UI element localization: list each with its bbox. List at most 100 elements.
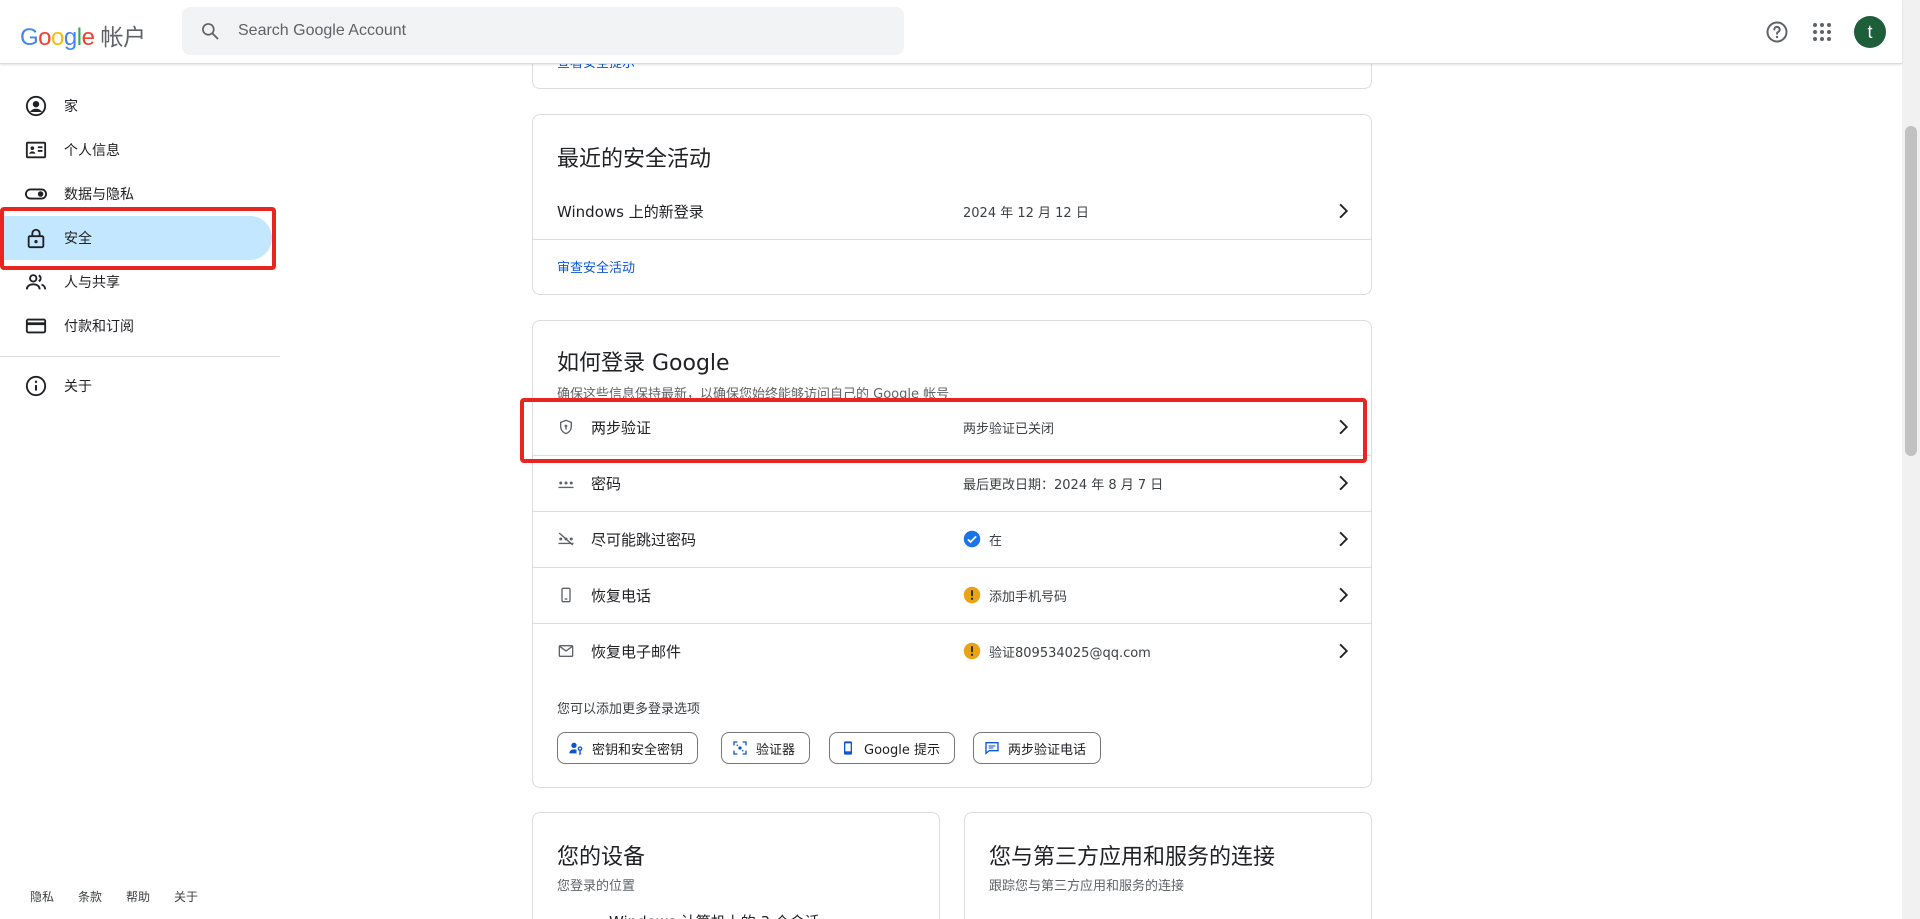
sidebar-item-label: 数据与隐私 <box>64 187 134 203</box>
logo-letter: o <box>51 24 64 51</box>
devices-card: 您的设备 您登录的位置 Windows 计算机上的 3 个会话 <box>532 812 940 919</box>
footer-links: 隐私 条款 帮助 关于 <box>30 888 198 905</box>
google-logo: Google <box>20 24 95 52</box>
footer-link-help[interactable]: 帮助 <box>126 888 150 905</box>
third-party-title: 您与第三方应用和服务的连接 <box>989 845 1276 870</box>
signin-row-recovery-email[interactable]: 恢复电子邮件 验证809534025@qq.com <box>533 623 1371 679</box>
sidebar-item-people-sharing[interactable]: 人与共享 <box>0 260 272 304</box>
mail-icon <box>557 642 575 660</box>
footer-link-privacy[interactable]: 隐私 <box>30 888 54 905</box>
third-party-subtitle: 跟踪您与第三方应用和服务的连接 <box>989 879 1185 894</box>
signin-row-recovery-phone[interactable]: 恢复电话 添加手机号码 <box>533 567 1371 623</box>
search-input[interactable] <box>238 22 838 40</box>
info-icon <box>24 374 48 398</box>
row-label: 密码 <box>591 474 622 493</box>
sidebar: 家 个人信息 数据与隐私 安全 人与共享 付款和订阅 关于 隐私 条款 帮助 关… <box>0 64 280 919</box>
review-activity-link[interactable]: 审查安全活动 <box>557 257 635 276</box>
status-text: 验证809534025@qq.com <box>989 645 1151 661</box>
row-value: 在 <box>963 530 1002 549</box>
app-header: Google 帐户 t <box>0 0 1902 64</box>
row-label: 恢复电话 <box>591 586 652 605</box>
sidebar-item-data-privacy[interactable]: 数据与隐私 <box>0 172 272 216</box>
lock-icon <box>24 226 48 250</box>
signin-row-password[interactable]: 密码 最后更改日期：2024 年 8 月 7 日 <box>533 455 1371 511</box>
sidebar-item-label: 关于 <box>64 379 92 395</box>
signin-card: 如何登录 Google 确保这些信息保持最新，以确保您始终能够访问自己的 Goo… <box>532 320 1372 788</box>
signin-title: 如何登录 Google <box>557 351 730 376</box>
sidebar-item-label: 付款和订阅 <box>64 319 134 335</box>
logo-letter: e <box>81 24 95 51</box>
row-value: 最后更改日期：2024 年 8 月 7 日 <box>963 477 1164 493</box>
divider <box>533 239 1371 240</box>
apps-grid-icon[interactable] <box>1806 16 1838 48</box>
warning-icon <box>963 586 981 604</box>
authenticator-chip[interactable]: 验证器 <box>721 732 811 764</box>
search-icon[interactable] <box>182 21 238 41</box>
sidebar-item-label: 个人信息 <box>64 143 120 159</box>
chip-label: Google 提示 <box>864 742 940 758</box>
chip-label: 密钥和安全密钥 <box>592 742 684 758</box>
search-bar[interactable] <box>182 7 904 55</box>
message-icon <box>985 742 999 755</box>
devices-title: 您的设备 <box>557 845 646 870</box>
logo-letter: g <box>63 24 77 51</box>
account-circle-icon <box>24 94 48 118</box>
sidebar-item-payments[interactable]: 付款和订阅 <box>0 304 272 348</box>
chevron-right-icon <box>1339 587 1349 603</box>
2sv-phone-chip[interactable]: 两步验证电话 <box>973 732 1102 764</box>
phone-icon <box>557 586 575 604</box>
signin-row-2sv[interactable]: 两步验证 两步验证已关闭 <box>533 399 1371 455</box>
status-text: 在 <box>989 533 1003 549</box>
sidebar-item-label: 家 <box>64 99 78 115</box>
recent-activity-row[interactable]: Windows 上的新登录 2024 年 12 月 12 日 <box>533 183 1371 239</box>
row-label: 两步验证 <box>591 418 652 437</box>
warning-icon <box>963 642 981 660</box>
account-label: 帐户 <box>100 25 146 51</box>
devices-session-row[interactable]: Windows 计算机上的 3 个会话 <box>609 911 820 919</box>
activity-label: Windows 上的新登录 <box>557 202 704 221</box>
sidebar-item-personal-info[interactable]: 个人信息 <box>0 128 272 172</box>
chevron-right-icon <box>1339 643 1349 659</box>
activity-date: 2024 年 12 月 12 日 <box>963 205 1089 221</box>
footer-link-about[interactable]: 关于 <box>174 888 198 905</box>
logo-letter: o <box>38 24 52 51</box>
row-label: 尽可能跳过密码 <box>591 530 697 549</box>
more-options-text: 您可以添加更多登录选项 <box>557 702 701 717</box>
toggle-icon <box>24 182 48 206</box>
devices-subtitle: 您登录的位置 <box>557 879 636 894</box>
google-prompt-chip[interactable]: Google 提示 <box>829 732 955 764</box>
chevron-right-icon <box>1339 203 1349 219</box>
chevron-right-icon <box>1339 475 1349 491</box>
password-dots-icon <box>557 474 575 492</box>
sidebar-item-security[interactable]: 安全 <box>0 216 272 260</box>
sidebar-divider <box>0 356 280 357</box>
sidebar-item-label: 人与共享 <box>64 275 120 291</box>
third-party-card: 您与第三方应用和服务的连接 跟踪您与第三方应用和服务的连接 <box>964 812 1372 919</box>
page-scrollbar-thumb[interactable] <box>1905 126 1917 456</box>
passkeys-chip[interactable]: 密钥和安全密钥 <box>557 732 699 764</box>
footer-link-terms[interactable]: 条款 <box>78 888 102 905</box>
avatar[interactable]: t <box>1854 16 1886 48</box>
chip-label: 验证器 <box>756 742 796 758</box>
sidebar-item-about[interactable]: 关于 <box>0 364 272 408</box>
id-card-icon <box>24 138 48 162</box>
recent-activity-title: 最近的安全活动 <box>557 147 712 172</box>
logo-letter: G <box>20 24 39 51</box>
credit-card-icon <box>24 314 48 338</box>
chip-label: 两步验证电话 <box>1008 742 1087 758</box>
row-value: 添加手机号码 <box>963 586 1067 605</box>
help-icon[interactable] <box>1761 16 1793 48</box>
chevron-right-icon <box>1339 419 1349 435</box>
row-label: 恢复电子邮件 <box>591 642 682 661</box>
status-text: 添加手机号码 <box>989 589 1068 605</box>
skip-password-icon <box>557 530 575 548</box>
signin-row-skip-password[interactable]: 尽可能跳过密码 在 <box>533 511 1371 567</box>
recent-activity-card: 最近的安全活动 Windows 上的新登录 2024 年 12 月 12 日 审… <box>532 114 1372 295</box>
row-value: 两步验证已关闭 <box>963 421 1055 437</box>
row-value: 验证809534025@qq.com <box>963 642 1151 661</box>
phone-icon <box>844 741 852 755</box>
qr-scan-icon <box>733 741 747 755</box>
google-account-logo[interactable]: Google 帐户 <box>20 18 146 52</box>
passkey-icon <box>569 742 583 756</box>
sidebar-item-home[interactable]: 家 <box>0 84 272 128</box>
